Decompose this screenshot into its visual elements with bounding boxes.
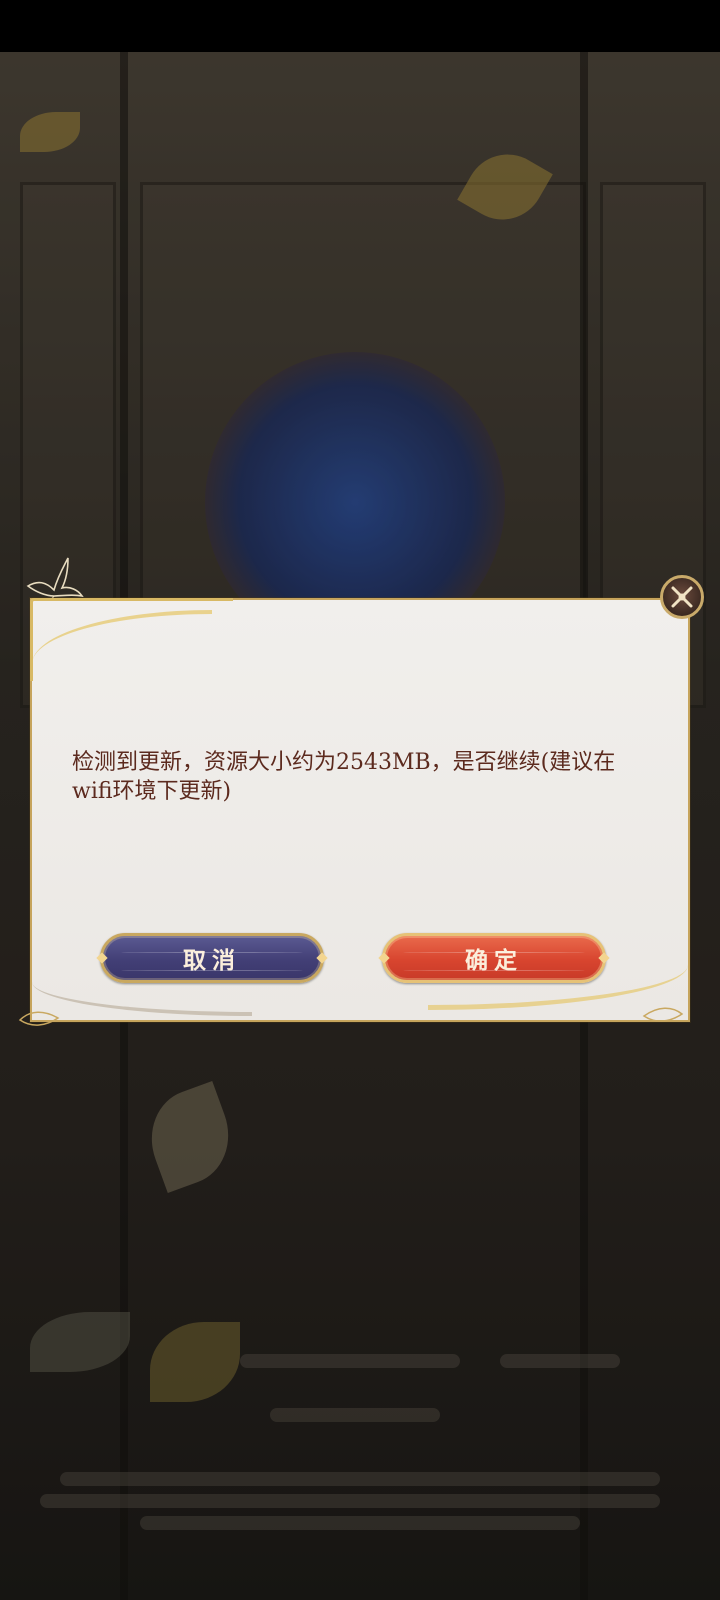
close-icon xyxy=(671,586,693,608)
confirm-button[interactable]: 确定 xyxy=(378,933,610,983)
gold-leaf-icon xyxy=(642,1007,684,1022)
cancel-button[interactable]: 取消 xyxy=(96,933,328,983)
close-button[interactable] xyxy=(660,575,704,619)
update-message: 检测到更新，资源大小约为2543MB，是否继续(建议在wifi环境下更新) xyxy=(72,750,616,804)
cloud-swirl xyxy=(32,982,252,1016)
status-bar xyxy=(0,0,720,52)
gold-leaf-icon xyxy=(18,1011,60,1026)
update-dialog: 检测到更新，资源大小约为2543MB，是否继续(建议在wifi环境下更新) 取消… xyxy=(30,598,690,1022)
